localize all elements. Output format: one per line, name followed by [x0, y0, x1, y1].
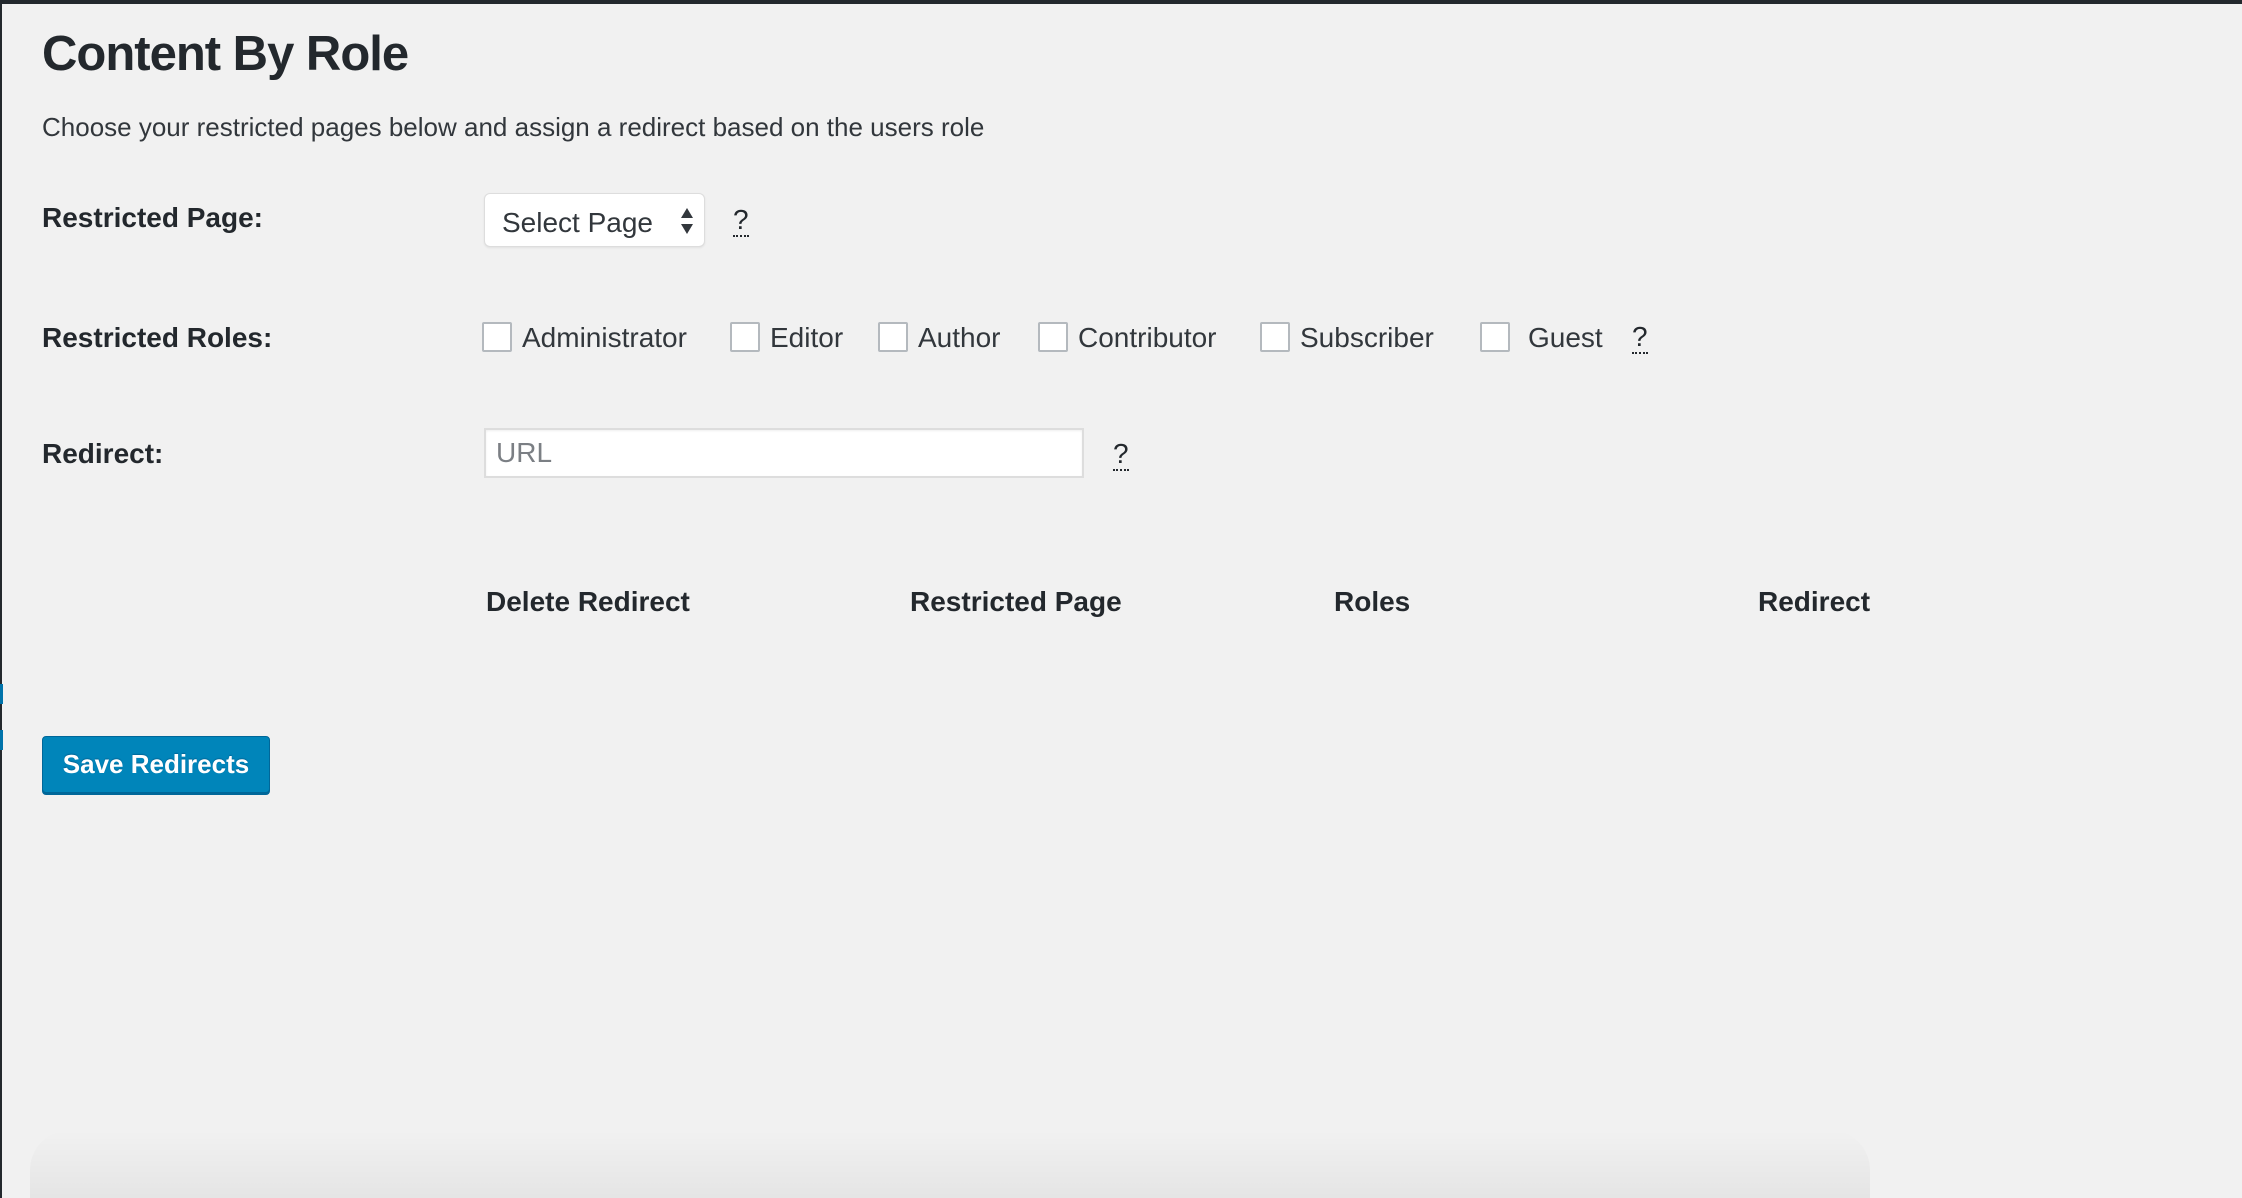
- restricted-page-select[interactable]: Select Page: [484, 193, 705, 247]
- admin-top-bar: [0, 0, 2242, 4]
- select-arrows-icon: [681, 208, 693, 234]
- table-header-roles: Roles: [1334, 586, 1411, 617]
- role-checkbox-contributor[interactable]: [1038, 322, 1068, 352]
- redirect-help-link[interactable]: ?: [1113, 439, 1129, 471]
- role-label-guest: Guest: [1528, 322, 1603, 353]
- restricted-roles-label: Restricted Roles:: [42, 322, 273, 353]
- role-label-subscriber: Subscriber: [1300, 322, 1434, 353]
- table-header-redirect: Redirect: [1758, 586, 1871, 617]
- restricted-roles-help-link[interactable]: ?: [1632, 322, 1648, 354]
- restricted-page-help-link[interactable]: ?: [733, 205, 749, 237]
- role-checkbox-author[interactable]: [878, 322, 908, 352]
- role-checkbox-guest[interactable]: [1480, 322, 1510, 352]
- restricted-page-select-value: Select Page: [502, 207, 653, 238]
- bottom-shadow: [30, 1130, 1870, 1198]
- admin-menu-marker: [0, 730, 3, 750]
- table-header-delete-redirect: Delete Redirect: [486, 586, 690, 617]
- role-label-administrator: Administrator: [522, 322, 687, 353]
- save-redirects-button[interactable]: Save Redirects: [42, 736, 270, 793]
- role-checkbox-administrator[interactable]: [482, 322, 512, 352]
- page-description: Choose your restricted pages below and a…: [42, 112, 985, 142]
- role-label-author: Author: [918, 322, 1001, 353]
- role-checkbox-subscriber[interactable]: [1260, 322, 1290, 352]
- table-header-restricted-page: Restricted Page: [910, 586, 1122, 617]
- role-checkbox-editor[interactable]: [730, 322, 760, 352]
- restricted-page-label: Restricted Page:: [42, 202, 263, 233]
- role-label-editor: Editor: [770, 322, 844, 353]
- admin-menu-marker: [0, 684, 3, 704]
- role-label-contributor: Contributor: [1078, 322, 1217, 353]
- redirect-label: Redirect:: [42, 438, 164, 469]
- page-title: Content By Role: [42, 27, 409, 81]
- redirect-url-input[interactable]: [484, 428, 1084, 478]
- admin-menu-edge: [0, 0, 2, 1198]
